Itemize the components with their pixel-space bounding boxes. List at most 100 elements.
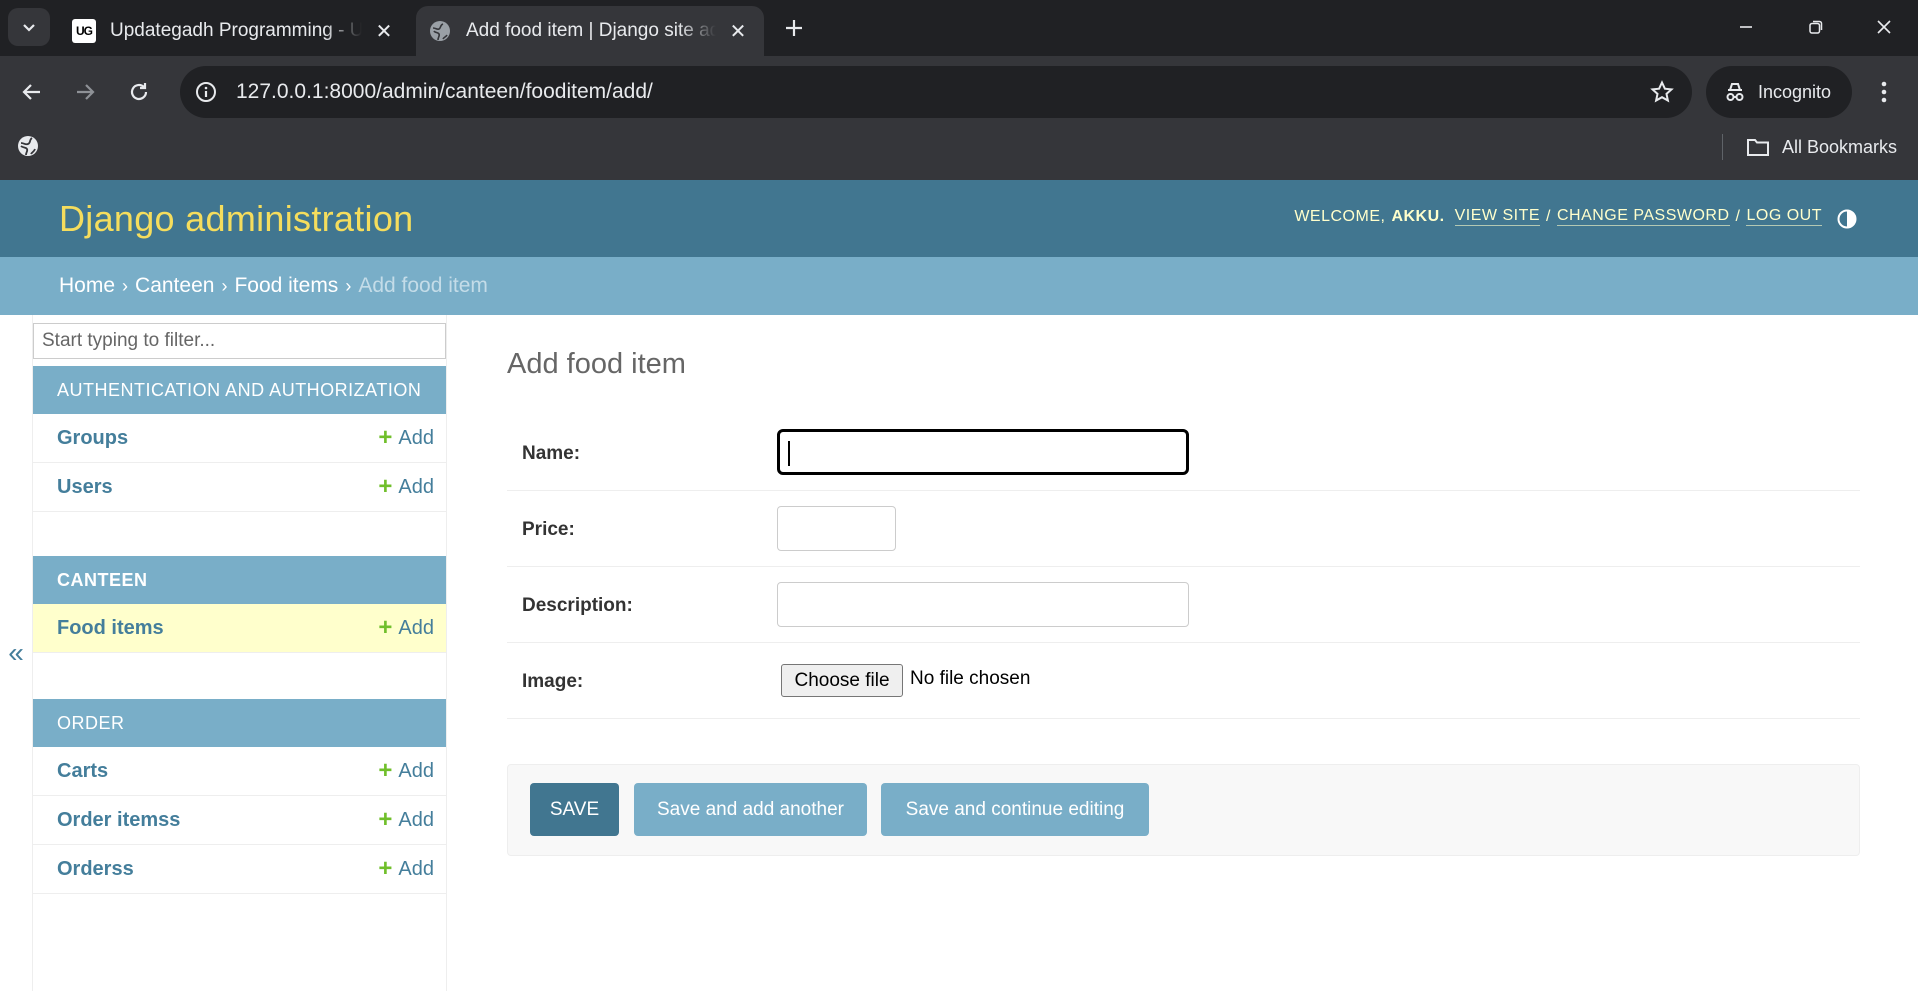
reload-icon[interactable] [117,70,161,114]
user-tools: WELCOME, AKKU. VIEW SITE / CHANGE PASSWO… [1294,207,1822,226]
sidebar-item-users: Users + Add [33,463,446,512]
add-label: Add [398,616,434,639]
site-info-icon[interactable] [194,80,218,104]
menu-kebab-icon[interactable] [1866,74,1902,110]
add-label: Add [398,759,434,782]
address-bar[interactable]: 127.0.0.1:8000/admin/canteen/fooditem/ad… [180,66,1692,118]
tab-updategadh[interactable]: UG Updategadh Programming - Updategadh ✕ [60,6,410,56]
choose-file-button[interactable]: Choose file [781,664,903,697]
view-site-link[interactable]: VIEW SITE [1454,207,1541,226]
add-label: Add [398,808,434,831]
add-groups-link[interactable]: + Add [378,426,434,450]
model-link[interactable]: Orderss [57,858,134,881]
model-link[interactable]: Users [57,476,113,499]
toggle-sidebar-button[interactable]: « [0,315,33,991]
admin-header: Django administration WELCOME, AKKU. VIE… [0,180,1918,257]
description-label: Description: [522,595,633,616]
close-window-icon[interactable] [1862,8,1906,46]
model-link[interactable]: Food items [57,617,164,640]
form-row-description: Description: [507,567,1860,643]
page-title: Add food item [507,348,686,380]
new-tab-icon[interactable] [778,12,810,44]
tab-strip: UG Updategadh Programming - Updategadh ✕… [0,0,1918,56]
separator: / [1735,207,1741,225]
plus-icon: + [378,806,393,833]
sidebar-item-food-items: Food items + Add [33,604,446,653]
back-icon[interactable] [10,70,54,114]
breadcrumb-model[interactable]: Food items [234,274,338,298]
model-link[interactable]: Groups [57,427,128,450]
add-users-link[interactable]: + Add [378,475,434,499]
sidebar-item-orderss: Orderss + Add [33,845,446,894]
breadcrumb-separator: › [122,275,129,296]
plus-icon: + [378,424,393,451]
breadcrumb-home[interactable]: Home [59,274,115,298]
tab-search-button[interactable] [8,8,50,46]
form-row-image: Image: Choose file No file chosen [507,643,1860,719]
breadcrumb-current: Add food item [358,274,488,297]
url-text: 127.0.0.1:8000/admin/canteen/fooditem/ad… [236,80,653,104]
sidebar-toggle-label: « [8,637,24,668]
incognito-badge[interactable]: Incognito [1706,66,1852,118]
breadcrumb-separator: › [221,275,228,296]
add-label: Add [398,857,434,880]
folder-icon [1747,139,1769,156]
all-bookmarks-button[interactable]: All Bookmarks [1746,132,1897,162]
module-caption[interactable]: AUTHENTICATION AND AUTHORIZATION [33,366,446,414]
add-orderss-link[interactable]: + Add [378,857,434,881]
name-label: Name: [522,443,581,464]
sidebar-item-carts: Carts + Add [33,747,446,796]
plus-icon: + [378,473,393,500]
close-tab-icon[interactable]: ✕ [372,19,396,43]
module-caption[interactable]: CANTEEN [33,556,446,604]
sidebar-item-groups: Groups + Add [33,414,446,463]
form-row-price: Price: [507,491,1860,567]
add-order-itemss-link[interactable]: + Add [378,808,434,832]
save-and-add-another-button[interactable]: Save and add another [634,783,867,836]
log-out-link[interactable]: LOG OUT [1746,207,1822,226]
plus-icon: + [378,614,393,641]
add-label: Add [398,475,434,498]
add-label: Add [398,426,434,449]
add-carts-link[interactable]: + Add [378,759,434,783]
tab-title: Add food item | Django site admin [466,20,716,41]
module-order: ORDER Carts + Add Order itemss + Add Order… [33,699,446,894]
restore-icon[interactable] [1794,8,1838,46]
welcome-text: WELCOME, [1294,207,1386,225]
submit-row: SAVE Save and add another Save and conti… [507,764,1860,856]
module-auth: AUTHENTICATION AND AUTHORIZATION Groups … [33,366,446,512]
theme-toggle-icon[interactable] [1836,208,1858,230]
add-food-items-link[interactable]: + Add [378,616,434,640]
module-canteen: CANTEEN Food items + Add [33,556,446,653]
minimize-icon[interactable] [1724,8,1768,46]
model-link[interactable]: Carts [57,760,108,783]
image-label: Image: [522,671,584,692]
model-link[interactable]: Order itemss [57,809,180,832]
forward-icon[interactable] [63,70,107,114]
save-and-continue-button[interactable]: Save and continue editing [881,783,1149,836]
site-branding[interactable]: Django administration [59,198,414,240]
form-row-name: Name: [507,415,1860,491]
change-password-link[interactable]: CHANGE PASSWORD [1556,207,1730,226]
description-input[interactable] [777,582,1189,627]
breadcrumb-app[interactable]: Canteen [135,274,214,298]
text-caret [788,441,790,466]
breadcrumb-separator: › [345,275,352,296]
module-caption[interactable]: ORDER [33,699,446,747]
close-tab-icon[interactable]: ✕ [726,19,750,43]
save-button[interactable]: SAVE [530,783,619,836]
tab-title: Updategadh Programming - Updategadh [110,20,362,41]
sidebar-item-order-itemss: Order itemss + Add [33,796,446,845]
name-input[interactable] [777,429,1189,475]
url-host: 127.0.0.1 [236,80,324,103]
tab-add-food-item[interactable]: Add food item | Django site admin ✕ [416,6,764,56]
user-name: AKKU. [1391,207,1445,225]
price-input[interactable] [777,506,896,551]
updategadh-favicon-icon: UG [72,19,96,43]
globe-icon[interactable] [16,134,42,160]
nav-filter-input[interactable] [33,323,446,359]
chevron-down-icon [23,24,35,32]
breadcrumb: Home › Canteen › Food items › Add food i… [0,257,1918,315]
bookmark-star-icon[interactable] [1650,80,1674,104]
all-bookmarks-label: All Bookmarks [1782,136,1898,157]
